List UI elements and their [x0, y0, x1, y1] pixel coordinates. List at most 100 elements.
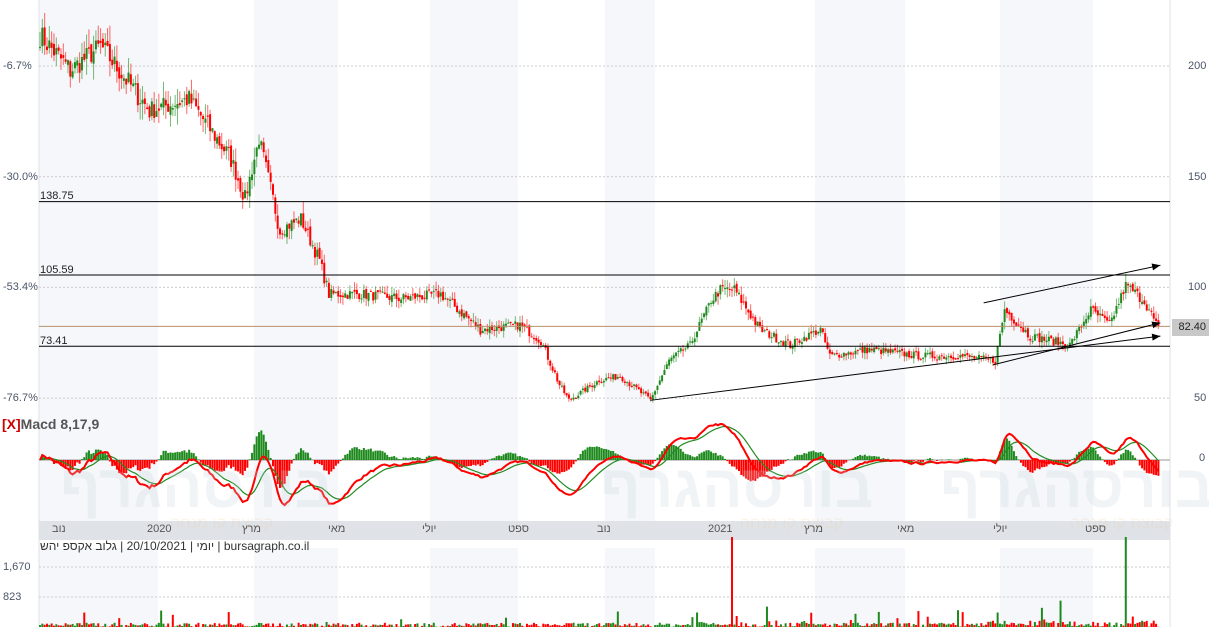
candle-body [1127, 283, 1130, 286]
candle-body [796, 338, 799, 340]
volume-bar [97, 623, 100, 627]
candle-body [677, 351, 680, 353]
volume-bar [691, 617, 694, 627]
volume-bar [731, 537, 734, 627]
candle-body [817, 332, 820, 334]
macd-histogram-bar [511, 453, 514, 460]
volume-bar [1092, 621, 1095, 627]
macd-histogram-bar [549, 460, 552, 471]
candle-body [807, 332, 810, 340]
macd-histogram-bar [586, 447, 589, 460]
candle-body [756, 321, 759, 327]
volume-bar [852, 623, 855, 627]
candle-body [712, 300, 715, 304]
candle-body [299, 213, 302, 226]
candle-body [192, 98, 195, 100]
macd-histogram-bar [560, 460, 563, 473]
volume-bar [1043, 619, 1046, 627]
volume-bar [278, 623, 281, 627]
candle-body [1094, 306, 1097, 312]
candle-body [251, 174, 254, 181]
candle-body [327, 282, 330, 298]
candle-body [171, 108, 174, 110]
volume-bar [477, 623, 480, 627]
macd-histogram-bar [516, 456, 519, 460]
month-label: נוב [597, 523, 611, 535]
candle-body [931, 351, 934, 358]
candle-body [276, 215, 279, 229]
candle-body [190, 93, 193, 104]
volume-bar [917, 611, 920, 627]
candle-body [805, 338, 808, 341]
volume-bar [905, 623, 908, 627]
candle-body [982, 355, 985, 359]
volume-bar [994, 623, 997, 627]
macd-histogram-bar [362, 447, 365, 460]
candle-body [57, 47, 60, 51]
macd-close-button[interactable]: [X] [2, 416, 21, 432]
candle-body [143, 98, 146, 104]
candle-body [80, 57, 83, 71]
volume-bar [1059, 600, 1062, 627]
candle-body [407, 295, 410, 300]
candle-body [311, 245, 314, 247]
candle-body [1152, 313, 1155, 319]
volume-bar [118, 618, 121, 627]
volume-bar [845, 623, 848, 627]
candle-body [397, 297, 400, 302]
candle-body [903, 351, 906, 357]
macd-histogram-bar [523, 457, 526, 460]
month-label: מאי [328, 523, 346, 535]
percent-tick: -30.0% [3, 171, 38, 183]
volume-bar [891, 622, 894, 627]
candle-body [581, 388, 584, 391]
month-label: ספט [508, 523, 529, 535]
volume-bar [171, 614, 174, 627]
volume-bar [1131, 616, 1134, 627]
volume-bar [903, 623, 906, 627]
candle-body [416, 294, 419, 298]
candle-body [237, 178, 240, 181]
candle-body [975, 357, 978, 359]
candle-body [1052, 338, 1055, 346]
candle-body [318, 247, 321, 259]
volume-bar [616, 611, 619, 627]
candle-body [106, 40, 109, 46]
candle-body [213, 131, 216, 141]
volume-bar [842, 622, 845, 627]
candle-body [929, 352, 932, 355]
candle-body [99, 40, 102, 43]
volume-bar [260, 623, 263, 627]
candle-body [97, 40, 100, 44]
candle-body [111, 59, 114, 66]
candle-body [957, 358, 960, 360]
candle-body [48, 40, 51, 49]
candle-body [768, 331, 771, 338]
candle-body [819, 327, 822, 333]
candle-body [139, 103, 142, 105]
candle-body [600, 381, 603, 383]
volume-bar [744, 623, 747, 627]
candle-body [710, 303, 713, 305]
candle-body [348, 291, 351, 299]
candle-body [933, 356, 936, 359]
volume-bar [1052, 621, 1055, 627]
candle-body [919, 358, 922, 360]
candle-body [50, 42, 53, 48]
candle-body [1115, 306, 1118, 314]
candle-body [323, 262, 326, 284]
candle-body [1129, 285, 1132, 287]
candle-body [940, 355, 943, 357]
candle-body [831, 352, 834, 355]
macd-histogram-bar [528, 460, 531, 462]
volume-bar [908, 622, 911, 627]
volume-bar [64, 623, 67, 627]
volume-bar [938, 623, 941, 627]
month-band [605, 548, 655, 627]
candle-body [898, 350, 901, 353]
candle-body [458, 311, 461, 314]
macd-histogram-bar [474, 460, 477, 466]
volume-bar [1143, 621, 1146, 627]
volume-bar [705, 623, 708, 627]
candle-body [169, 106, 172, 115]
